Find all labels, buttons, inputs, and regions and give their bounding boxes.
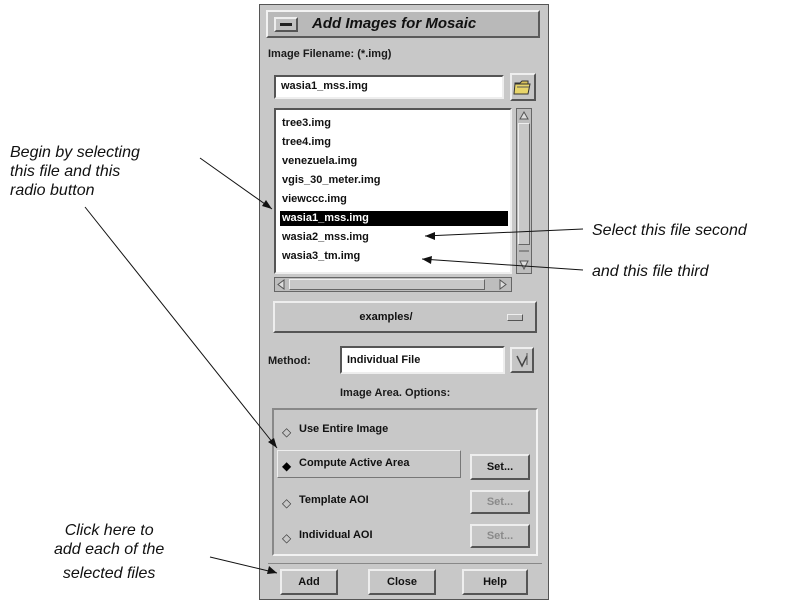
radio-unselected-icon[interactable]: ◇ xyxy=(282,496,291,510)
dropdown-arrow-icon xyxy=(516,353,528,368)
arrow-to-radio-button xyxy=(84,206,278,449)
scroll-down-arrow-icon[interactable] xyxy=(517,249,531,273)
dialog-title: Add Images for Mosaic xyxy=(312,15,477,32)
annotation-begin: Begin by selecting this file and this ra… xyxy=(10,144,140,199)
filename-input[interactable]: wasia1_mss.img xyxy=(274,75,504,99)
annotation-click-add: Click here to add each of the selected f… xyxy=(54,522,165,582)
add-button[interactable]: Add xyxy=(280,569,338,595)
area-options-label: Image Area. Options: xyxy=(340,387,451,399)
compute-active-area-set-button[interactable]: Set... xyxy=(470,454,530,480)
method-dropdown-button[interactable] xyxy=(510,347,534,373)
list-item[interactable]: wasia3_tm.img xyxy=(280,249,360,264)
scroll-right-arrow-icon[interactable] xyxy=(497,278,509,291)
list-item[interactable]: viewccc.img xyxy=(280,192,347,207)
list-item[interactable]: venezuela.img xyxy=(280,154,357,169)
list-item[interactable]: wasia2_mss.img xyxy=(280,230,369,245)
scroll-left-arrow-icon[interactable] xyxy=(275,278,287,291)
list-item[interactable]: vgis_30_meter.img xyxy=(280,173,380,188)
annotation-second: Select this file second xyxy=(592,222,747,239)
area-options-panel: ◇ Use Entire Image ◆ Compute Active Area… xyxy=(272,408,538,556)
vertical-scrollbar[interactable] xyxy=(516,108,532,274)
method-label: Method: xyxy=(268,355,311,367)
scroll-thumb[interactable] xyxy=(518,123,530,245)
list-item[interactable]: tree3.img xyxy=(280,116,331,131)
list-item-selected[interactable]: wasia1_mss.img xyxy=(280,211,508,226)
template-aoi-set-button[interactable]: Set... xyxy=(470,490,530,514)
directory-menu[interactable]: examples/ xyxy=(273,301,537,333)
file-list[interactable]: tree3.img tree4.img venezuela.img vgis_3… xyxy=(274,108,512,274)
scroll-up-arrow-icon[interactable] xyxy=(517,109,531,121)
list-item[interactable]: tree4.img xyxy=(280,135,331,150)
window-menu-button[interactable] xyxy=(274,17,298,32)
horizontal-scroll-thumb[interactable] xyxy=(289,279,485,290)
annotation-third: and this file third xyxy=(592,263,709,280)
filename-label: Image Filename: (*.img) xyxy=(268,48,392,60)
directory-label: examples/ xyxy=(359,311,413,323)
add-images-dialog: Add Images for Mosaic Image Filename: (*… xyxy=(259,4,549,600)
radio-unselected-icon[interactable]: ◇ xyxy=(282,531,291,545)
option-menu-indicator-icon xyxy=(507,314,523,321)
close-button[interactable]: Close xyxy=(368,569,436,595)
title-bar[interactable]: Add Images for Mosaic xyxy=(266,10,540,38)
horizontal-scrollbar[interactable] xyxy=(274,277,512,292)
radio-unselected-icon[interactable]: ◇ xyxy=(282,425,291,439)
folder-browse-button[interactable] xyxy=(510,73,536,101)
radio-selected-icon[interactable]: ◆ xyxy=(282,459,291,473)
method-field[interactable]: Individual File xyxy=(340,346,505,374)
help-button[interactable]: Help xyxy=(462,569,528,595)
individual-aoi-set-button[interactable]: Set... xyxy=(470,524,530,548)
folder-icon xyxy=(513,80,531,95)
